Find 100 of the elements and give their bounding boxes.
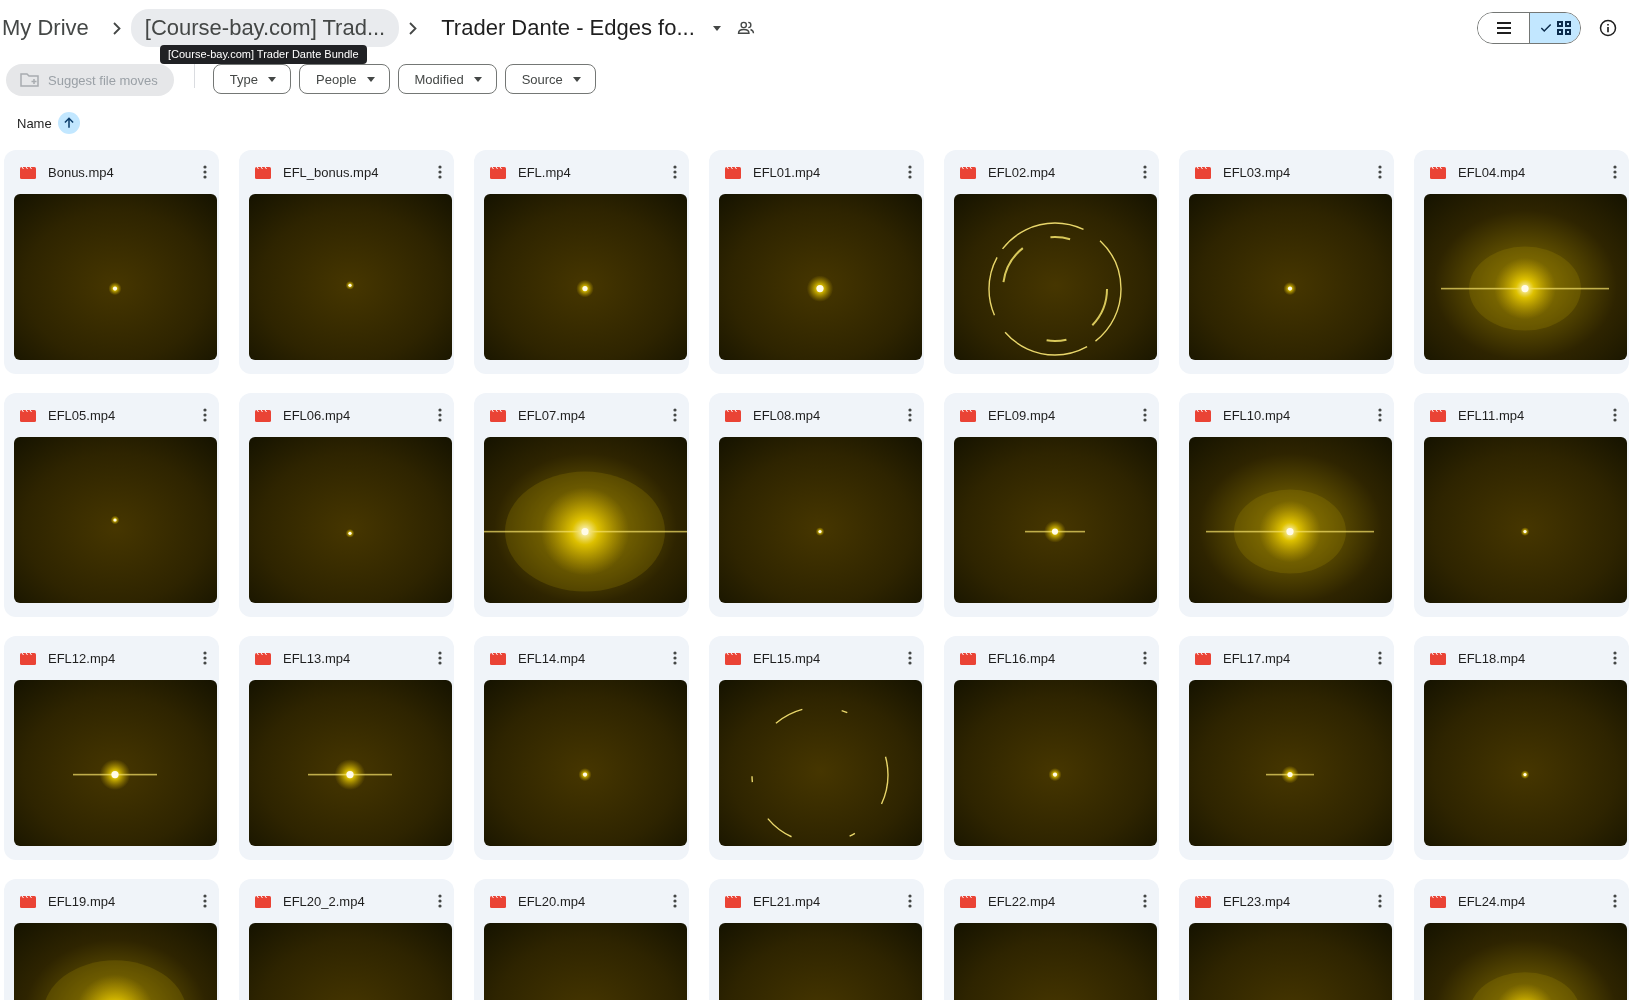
video-file-icon: [20, 165, 36, 179]
file-card[interactable]: EFL_bonus.mp4: [239, 150, 454, 374]
file-card[interactable]: EFL08.mp4: [709, 393, 924, 617]
video-file-icon: [1195, 408, 1211, 422]
file-card[interactable]: EFL03.mp4: [1179, 150, 1394, 374]
file-card[interactable]: EFL02.mp4: [944, 150, 1159, 374]
caret-icon: [366, 76, 375, 82]
file-name: EFL18.mp4: [1458, 650, 1527, 666]
breadcrumb-item[interactable]: My Drive: [0, 9, 103, 47]
file-card[interactable]: EFL.mp4: [474, 150, 689, 374]
filter-chip[interactable]: Source: [504, 64, 596, 94]
file-card[interactable]: EFL05.mp4: [4, 393, 219, 617]
menu-icon: [1495, 21, 1512, 35]
more-icon: [908, 894, 912, 908]
file-name: EFL15.mp4: [753, 650, 822, 666]
video-file-icon: [255, 894, 271, 908]
file-card[interactable]: EFL06.mp4: [239, 393, 454, 617]
file-card[interactable]: EFL11.mp4: [1414, 393, 1629, 617]
file-card[interactable]: EFL17.mp4: [1179, 636, 1394, 860]
file-card[interactable]: EFL13.mp4: [239, 636, 454, 860]
file-card[interactable]: EFL04.mp4: [1414, 150, 1629, 374]
file-card[interactable]: EFL01.mp4: [709, 150, 924, 374]
check-icon: [1539, 21, 1553, 35]
caret-icon: [268, 76, 277, 82]
file-name: EFL12.mp4: [48, 650, 117, 666]
file-card[interactable]: EFL07.mp4: [474, 393, 689, 617]
file-card[interactable]: EFL12.mp4: [4, 636, 219, 860]
sort-button[interactable]: [57, 112, 80, 134]
filter-chip[interactable]: Type: [212, 64, 292, 94]
file-name: EFL13.mp4: [283, 650, 352, 666]
more-icon: [673, 165, 677, 179]
video-file-icon: [1195, 894, 1211, 908]
file-card[interactable]: EFL18.mp4: [1414, 636, 1629, 860]
file-card[interactable]: EFL20.mp4: [474, 879, 689, 1000]
filter-chip[interactable]: People: [299, 64, 390, 94]
breadcrumb-item[interactable]: Trader Dante - Edges fo...: [427, 9, 709, 47]
file-name: EFL02.mp4: [988, 164, 1057, 180]
filter-chip[interactable]: Modified: [397, 64, 497, 94]
grid-view-button[interactable]: [1529, 13, 1580, 43]
video-file-icon: [255, 651, 271, 665]
file-name: EFL05.mp4: [48, 407, 117, 423]
video-file-icon: [1195, 165, 1211, 179]
file-name: Bonus.mp4: [48, 164, 115, 180]
file-card[interactable]: EFL20_2.mp4: [239, 879, 454, 1000]
more-icon: [438, 408, 442, 422]
file-card[interactable]: EFL24.mp4: [1414, 879, 1629, 1000]
video-file-icon: [960, 408, 976, 422]
file-card[interactable]: Bonus.mp4: [4, 150, 219, 374]
more-icon: [1613, 165, 1617, 179]
file-card[interactable]: EFL21.mp4: [709, 879, 924, 1000]
file-name: EFL24.mp4: [1458, 893, 1527, 909]
more-icon: [203, 165, 207, 179]
file-card[interactable]: EFL09.mp4: [944, 393, 1159, 617]
file-card[interactable]: EFL14.mp4: [474, 636, 689, 860]
video-file-icon: [725, 894, 741, 908]
more-icon: [1378, 165, 1382, 179]
more-icon: [203, 408, 207, 422]
more-icon: [1613, 894, 1617, 908]
file-name: EFL04.mp4: [1458, 164, 1527, 180]
file-card[interactable]: EFL15.mp4: [709, 636, 924, 860]
video-file-icon: [490, 894, 506, 908]
file-name: EFL17.mp4: [1223, 650, 1292, 666]
file-name: EFL06.mp4: [283, 407, 352, 423]
caret-icon: [572, 76, 581, 82]
grid-icon: [1557, 21, 1571, 35]
more-icon: [1143, 651, 1147, 665]
folder-icon: [20, 72, 40, 88]
video-file-icon: [20, 408, 36, 422]
caret-icon: [473, 76, 482, 82]
file-name: EFL03.mp4: [1223, 164, 1292, 180]
file-card[interactable]: EFL22.mp4: [944, 879, 1159, 1000]
file-card[interactable]: EFL16.mp4: [944, 636, 1159, 860]
breadcrumb-item[interactable]: [Course-bay.com] Trad...: [130, 9, 400, 47]
file-name: EFL.mp4: [518, 164, 572, 180]
file-name: EFL23.mp4: [1223, 893, 1292, 909]
file-card[interactable]: EFL10.mp4: [1179, 393, 1394, 617]
more-icon: [1378, 894, 1382, 908]
more-icon: [908, 408, 912, 422]
video-file-icon: [1430, 165, 1446, 179]
more-icon: [908, 165, 912, 179]
video-file-icon: [725, 165, 741, 179]
more-icon: [1613, 408, 1617, 422]
file-card[interactable]: EFL19.mp4: [4, 879, 219, 1000]
video-file-icon: [960, 894, 976, 908]
more-icon: [1143, 165, 1147, 179]
file-card[interactable]: EFL23.mp4: [1179, 879, 1394, 1000]
more-icon: [1378, 408, 1382, 422]
file-name: EFL22.mp4: [988, 893, 1057, 909]
chevron-icon: [112, 21, 121, 35]
more-icon: [438, 651, 442, 665]
file-name: EFL16.mp4: [988, 650, 1057, 666]
caret-icon: [712, 25, 721, 31]
file-name: EFL20.mp4: [518, 893, 587, 909]
sort-label: Name: [17, 115, 52, 131]
more-icon: [673, 894, 677, 908]
video-file-icon: [725, 651, 741, 665]
video-file-icon: [20, 894, 36, 908]
video-file-icon: [960, 651, 976, 665]
file-name: EFL14.mp4: [518, 650, 587, 666]
video-file-icon: [255, 165, 271, 179]
